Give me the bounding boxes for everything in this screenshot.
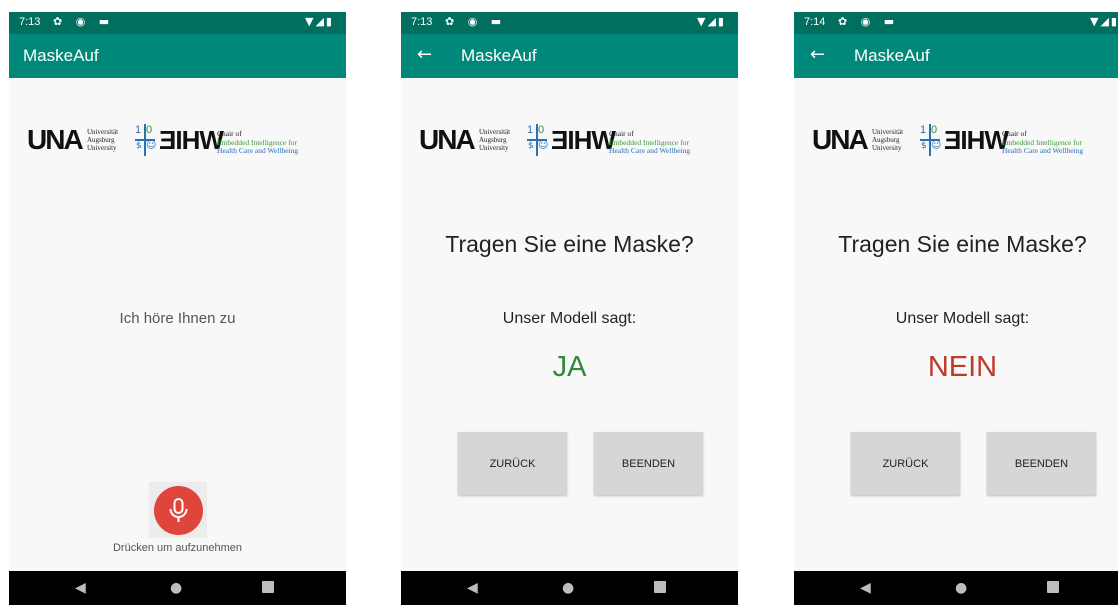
uni-augsburg-logo: UNA bbox=[419, 124, 476, 155]
eihw-chair-text: Chair of Embedded Intelligence for Health … bbox=[217, 129, 299, 155]
nav-bar: ◀ ● bbox=[794, 571, 1118, 605]
nav-home-icon[interactable]: ● bbox=[170, 580, 182, 596]
app-bar: ← MaskeAuf bbox=[794, 34, 1118, 78]
nav-recents-icon[interactable] bbox=[654, 581, 666, 593]
model-says-label: Unser Modell sagt: bbox=[895, 310, 1030, 327]
app-bar: MaskeAuf bbox=[9, 34, 346, 78]
status-time: 7:14 bbox=[804, 16, 826, 28]
model-says-label: Unser Modell sagt: bbox=[502, 310, 637, 327]
uni-augsburg-logo: UNA bbox=[812, 124, 869, 155]
back-button[interactable]: ZURÜCK bbox=[851, 432, 960, 495]
app-title: MaskeAuf bbox=[854, 46, 930, 65]
record-button[interactable] bbox=[154, 486, 203, 535]
exit-button[interactable]: BEENDEN bbox=[594, 432, 703, 495]
exit-button[interactable]: BEENDEN bbox=[987, 432, 1096, 495]
status-notification-icons: ✿ ◉ ▬ bbox=[445, 15, 507, 28]
record-button-area[interactable] bbox=[149, 482, 207, 538]
listening-text: Ich höre Ihnen zu bbox=[119, 310, 236, 327]
uni-augsburg-text: Universität Augsburg University bbox=[479, 128, 511, 152]
nav-recents-icon[interactable] bbox=[262, 581, 274, 593]
phone-screen-listening: 7:13 ✿ ◉ ▬ ▼◢▮ MaskeAuf UNA Universität A… bbox=[9, 12, 346, 605]
nav-back-icon[interactable]: ◀ bbox=[467, 580, 478, 596]
nav-home-icon[interactable]: ● bbox=[955, 580, 967, 596]
answer-yes: JA bbox=[552, 351, 587, 383]
back-button[interactable]: ZURÜCK bbox=[458, 432, 567, 495]
status-notification-icons: ✿ ◉ ▬ bbox=[53, 15, 115, 28]
status-time: 7:13 bbox=[411, 16, 433, 28]
back-arrow-icon[interactable]: ← bbox=[810, 44, 825, 65]
ten-logo-mark: 10 $ ☺ bbox=[920, 124, 941, 156]
eihw-chair-text: Chair of Embedded Intelligence for Health … bbox=[1002, 129, 1084, 155]
eihw-chair-text: Chair of Embedded Intelligence for Health … bbox=[609, 129, 691, 155]
logo-banner: UNA Universität Augsburg University 10 $ ☺ … bbox=[419, 122, 719, 158]
microphone-icon bbox=[169, 498, 188, 522]
question-heading: Tragen Sie eine Maske? bbox=[838, 231, 1087, 257]
ten-logo-mark: 10 $ ☺ bbox=[135, 124, 156, 156]
nav-home-icon[interactable]: ● bbox=[562, 580, 574, 596]
status-signal-icons: ▼◢▮ bbox=[1090, 15, 1118, 28]
status-signal-icons: ▼◢▮ bbox=[697, 15, 726, 28]
phone-screen-result-no: 7:14 ✿ ◉ ▬ ▼◢▮ ← MaskeAuf UNA Universitä… bbox=[794, 12, 1118, 605]
eihw-logo: ƎIHW bbox=[944, 125, 1009, 155]
app-title: MaskeAuf bbox=[23, 46, 99, 65]
nav-back-icon[interactable]: ◀ bbox=[860, 580, 871, 596]
status-bar: 7:13 ✿ ◉ ▬ ▼◢▮ bbox=[9, 12, 346, 34]
status-bar: 7:13 ✿ ◉ ▬ ▼◢▮ bbox=[401, 12, 738, 34]
logo-banner: UNA Universität Augsburg University 10 $ ☺ … bbox=[27, 122, 327, 158]
eihw-logo: ƎIHW bbox=[159, 125, 224, 155]
logo-banner: UNA Universität Augsburg University 10 $ ☺ … bbox=[812, 122, 1112, 158]
eihw-logo: ƎIHW bbox=[551, 125, 616, 155]
app-title: MaskeAuf bbox=[461, 46, 537, 65]
uni-augsburg-text: Universität Augsburg University bbox=[872, 128, 904, 152]
record-caption: Drücken um aufzunehmen bbox=[112, 542, 242, 554]
uni-augsburg-text: Universität Augsburg University bbox=[87, 128, 119, 152]
nav-back-icon[interactable]: ◀ bbox=[75, 580, 86, 596]
status-signal-icons: ▼◢▮ bbox=[305, 15, 334, 28]
answer-no: NEIN bbox=[927, 351, 998, 383]
status-time: 7:13 bbox=[19, 16, 41, 28]
nav-bar: ◀ ● bbox=[9, 571, 346, 605]
uni-augsburg-logo: UNA bbox=[27, 124, 84, 155]
ten-logo-mark: 10 $ ☺ bbox=[527, 124, 548, 156]
phone-screen-result-yes: 7:13 ✿ ◉ ▬ ▼◢▮ ← MaskeAuf UNA Universitä… bbox=[401, 12, 738, 605]
nav-recents-icon[interactable] bbox=[1047, 581, 1059, 593]
nav-bar: ◀ ● bbox=[401, 571, 738, 605]
back-arrow-icon[interactable]: ← bbox=[417, 44, 432, 65]
status-bar: 7:14 ✿ ◉ ▬ ▼◢▮ bbox=[794, 12, 1118, 34]
app-bar: ← MaskeAuf bbox=[401, 34, 738, 78]
status-notification-icons: ✿ ◉ ▬ bbox=[838, 15, 900, 28]
question-heading: Tragen Sie eine Maske? bbox=[445, 231, 694, 257]
